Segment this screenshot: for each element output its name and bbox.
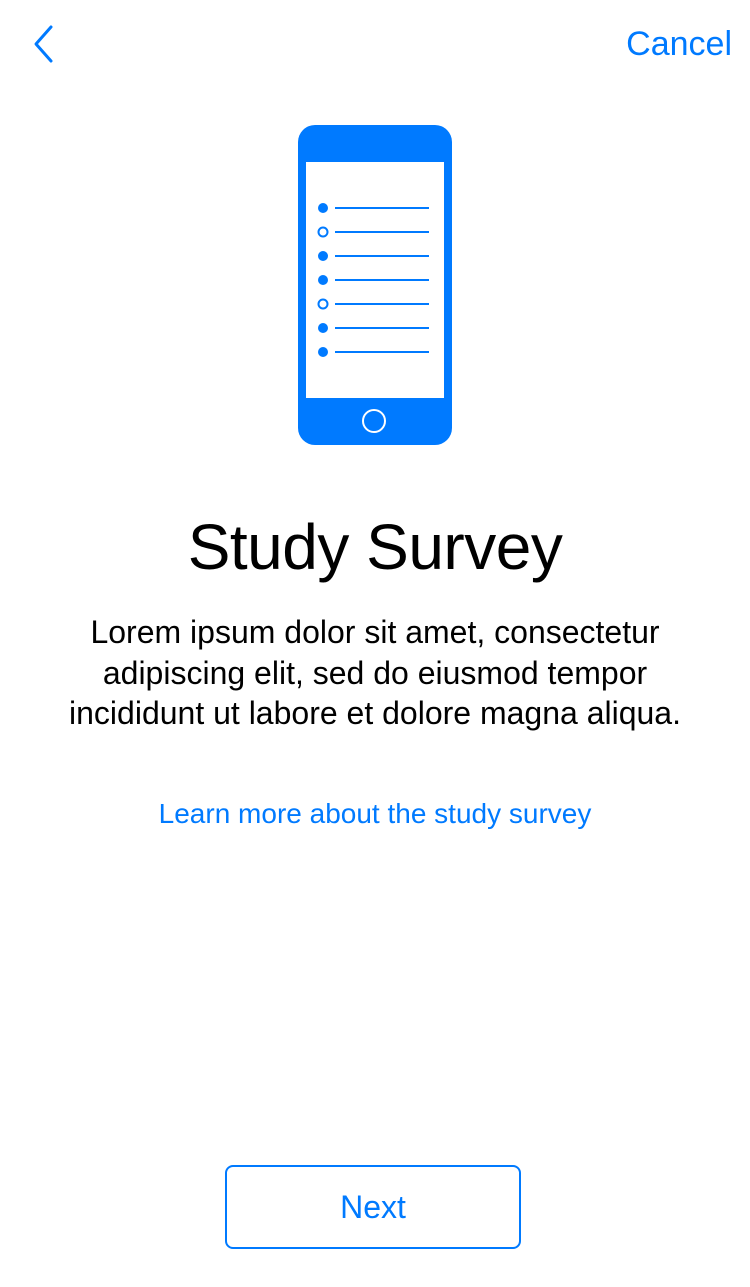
bullet-filled — [318, 323, 328, 333]
page-title: Study Survey — [187, 511, 563, 583]
next-button[interactable]: Next — [225, 1165, 521, 1249]
learn-more-link[interactable]: Learn more about the study survey — [0, 796, 750, 832]
cancel-button[interactable]: Cancel — [626, 24, 732, 64]
bullet-filled — [318, 347, 328, 357]
chevron-left-icon — [34, 25, 53, 63]
bullet-filled — [318, 251, 328, 261]
bullet-filled — [318, 203, 328, 213]
phone-survey-icon — [298, 125, 452, 445]
description-text: Lorem ipsum dolor sit amet, consectetur … — [69, 614, 681, 731]
back-button[interactable] — [22, 18, 66, 68]
bullet-filled — [318, 275, 328, 285]
